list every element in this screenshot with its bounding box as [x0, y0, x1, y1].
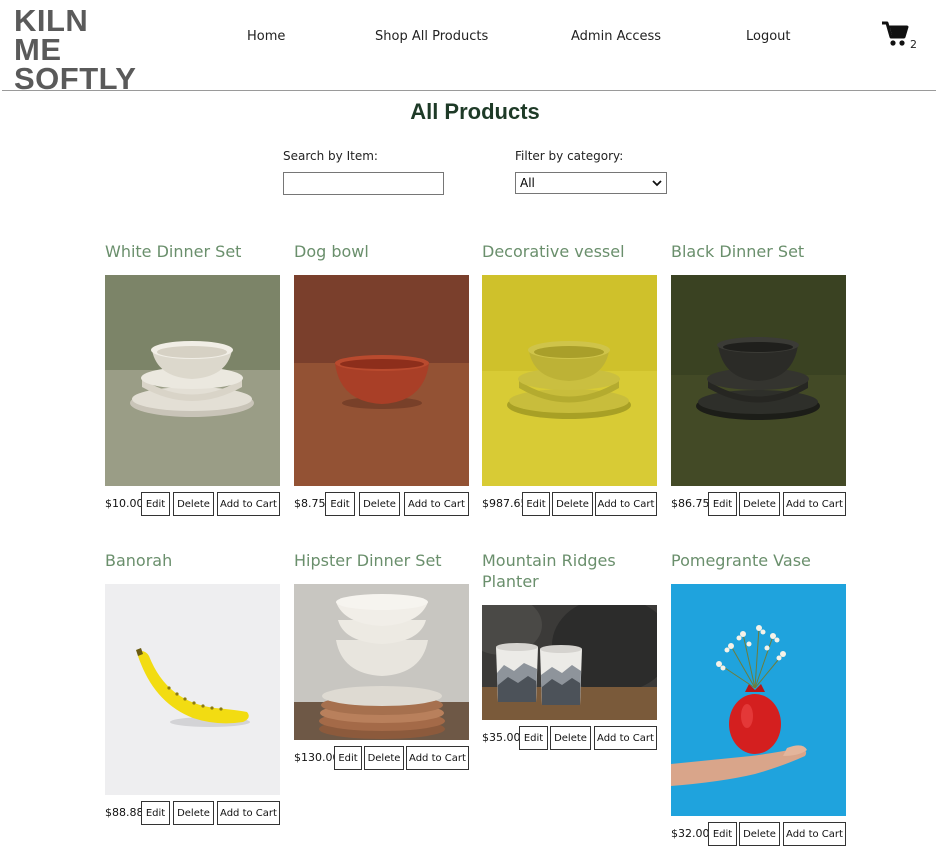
- product-image[interactable]: [482, 605, 657, 720]
- delete-button[interactable]: Delete: [359, 492, 400, 516]
- page-title: All Products: [410, 99, 540, 124]
- product-card: Dog bowl $8.75 Edit Delete Add to Cart: [294, 241, 469, 521]
- product-actions: $35.00 Edit Delete Add to Cart: [482, 726, 662, 750]
- delete-button[interactable]: Delete: [173, 492, 214, 516]
- add-to-cart-button[interactable]: Add to Cart: [783, 822, 846, 846]
- product-card: Hipster Dinner Set $130.00 Edit Delete A…: [294, 550, 469, 780]
- product-price: $10.00: [105, 497, 144, 510]
- product-image[interactable]: [482, 275, 657, 486]
- product-actions: $32.00 Edit Delete Add to Cart: [671, 822, 851, 846]
- product-price: $8.75: [294, 497, 326, 510]
- delete-button[interactable]: Delete: [550, 726, 591, 750]
- add-to-cart-button[interactable]: Add to Cart: [217, 492, 280, 516]
- product-image[interactable]: [105, 584, 280, 795]
- search-label: Search by Item:: [283, 149, 378, 163]
- edit-button[interactable]: Edit: [522, 492, 550, 516]
- delete-button[interactable]: Delete: [739, 492, 780, 516]
- delete-button[interactable]: Delete: [739, 822, 780, 846]
- product-name[interactable]: Mountain Ridges Planter: [482, 550, 657, 592]
- product-price: $130.00: [294, 751, 340, 764]
- edit-button[interactable]: Edit: [325, 492, 355, 516]
- product-actions: $86.75 Edit Delete Add to Cart: [671, 492, 851, 516]
- delete-button[interactable]: Delete: [173, 801, 214, 825]
- site-header: KILN ME SOFTLY Home Shop All Products Ad…: [0, 0, 936, 96]
- filter-label: Filter by category:: [515, 149, 624, 163]
- add-to-cart-button[interactable]: Add to Cart: [406, 746, 469, 770]
- logo-line-2: SOFTLY: [14, 61, 137, 96]
- product-card: White Dinner Set $10.00 Edit Delete Add …: [105, 241, 280, 521]
- site-logo[interactable]: KILN ME SOFTLY: [14, 3, 144, 96]
- product-name[interactable]: Decorative vessel: [482, 241, 657, 262]
- product-price: $35.00: [482, 731, 521, 744]
- delete-button[interactable]: Delete: [552, 492, 593, 516]
- product-name[interactable]: Hipster Dinner Set: [294, 550, 469, 571]
- edit-button[interactable]: Edit: [334, 746, 362, 770]
- product-image[interactable]: [671, 275, 846, 486]
- product-price: $987.65: [482, 497, 528, 510]
- chevron-down-icon: [652, 180, 662, 187]
- nav-logout[interactable]: Logout: [746, 29, 791, 44]
- product-image[interactable]: [105, 275, 280, 486]
- edit-button[interactable]: Edit: [519, 726, 548, 750]
- nav-home[interactable]: Home: [247, 29, 285, 44]
- product-price: $86.75: [671, 497, 710, 510]
- product-actions: $88.88 Edit Delete Add to Cart: [105, 801, 285, 825]
- product-card: Banorah $88.88 Edit Delete Add to Cart: [105, 550, 280, 830]
- cart-button[interactable]: 2: [881, 20, 921, 54]
- product-actions: $130.00 Edit Delete Add to Cart: [294, 746, 474, 770]
- product-actions: $10.00 Edit Delete Add to Cart: [105, 492, 285, 516]
- product-actions: $8.75 Edit Delete Add to Cart: [294, 492, 474, 516]
- product-name[interactable]: Dog bowl: [294, 241, 469, 262]
- edit-button[interactable]: Edit: [708, 822, 737, 846]
- search-input[interactable]: [283, 172, 444, 195]
- cart-icon: [882, 21, 909, 46]
- delete-button[interactable]: Delete: [364, 746, 404, 770]
- product-name[interactable]: Black Dinner Set: [671, 241, 846, 262]
- product-image[interactable]: [294, 275, 469, 486]
- product-image[interactable]: [294, 584, 469, 740]
- product-card: Pomegrante Vase $32.00 Edit Delete Add t…: [671, 550, 846, 850]
- product-actions: $987.65 Edit Delete Add to Cart: [482, 492, 662, 516]
- add-to-cart-button[interactable]: Add to Cart: [594, 726, 657, 750]
- product-name[interactable]: Banorah: [105, 550, 280, 571]
- product-price: $88.88: [105, 806, 144, 819]
- product-price: $32.00: [671, 827, 710, 840]
- header-divider: [2, 90, 936, 91]
- add-to-cart-button[interactable]: Add to Cart: [217, 801, 280, 825]
- cart-count-badge: 2: [910, 38, 917, 51]
- product-card: Black Dinner Set $86.75 Edit Delete Add …: [671, 241, 846, 521]
- add-to-cart-button[interactable]: Add to Cart: [783, 492, 846, 516]
- category-select-value: All: [520, 176, 535, 190]
- product-image[interactable]: [671, 584, 846, 816]
- product-name[interactable]: Pomegrante Vase: [671, 550, 846, 571]
- edit-button[interactable]: Edit: [141, 801, 170, 825]
- add-to-cart-button[interactable]: Add to Cart: [404, 492, 469, 516]
- edit-button[interactable]: Edit: [708, 492, 737, 516]
- nav-admin-access[interactable]: Admin Access: [571, 29, 661, 44]
- product-card: Decorative vessel $987.65 Edit Delete Ad…: [482, 241, 657, 521]
- logo-line-1: KILN ME: [14, 3, 89, 67]
- nav-shop-all-products[interactable]: Shop All Products: [375, 29, 488, 44]
- product-name[interactable]: White Dinner Set: [105, 241, 280, 262]
- add-to-cart-button[interactable]: Add to Cart: [595, 492, 657, 516]
- product-card: Mountain Ridges Planter $35.00 Edit Dele…: [482, 550, 657, 760]
- edit-button[interactable]: Edit: [141, 492, 170, 516]
- category-select[interactable]: All: [515, 172, 667, 194]
